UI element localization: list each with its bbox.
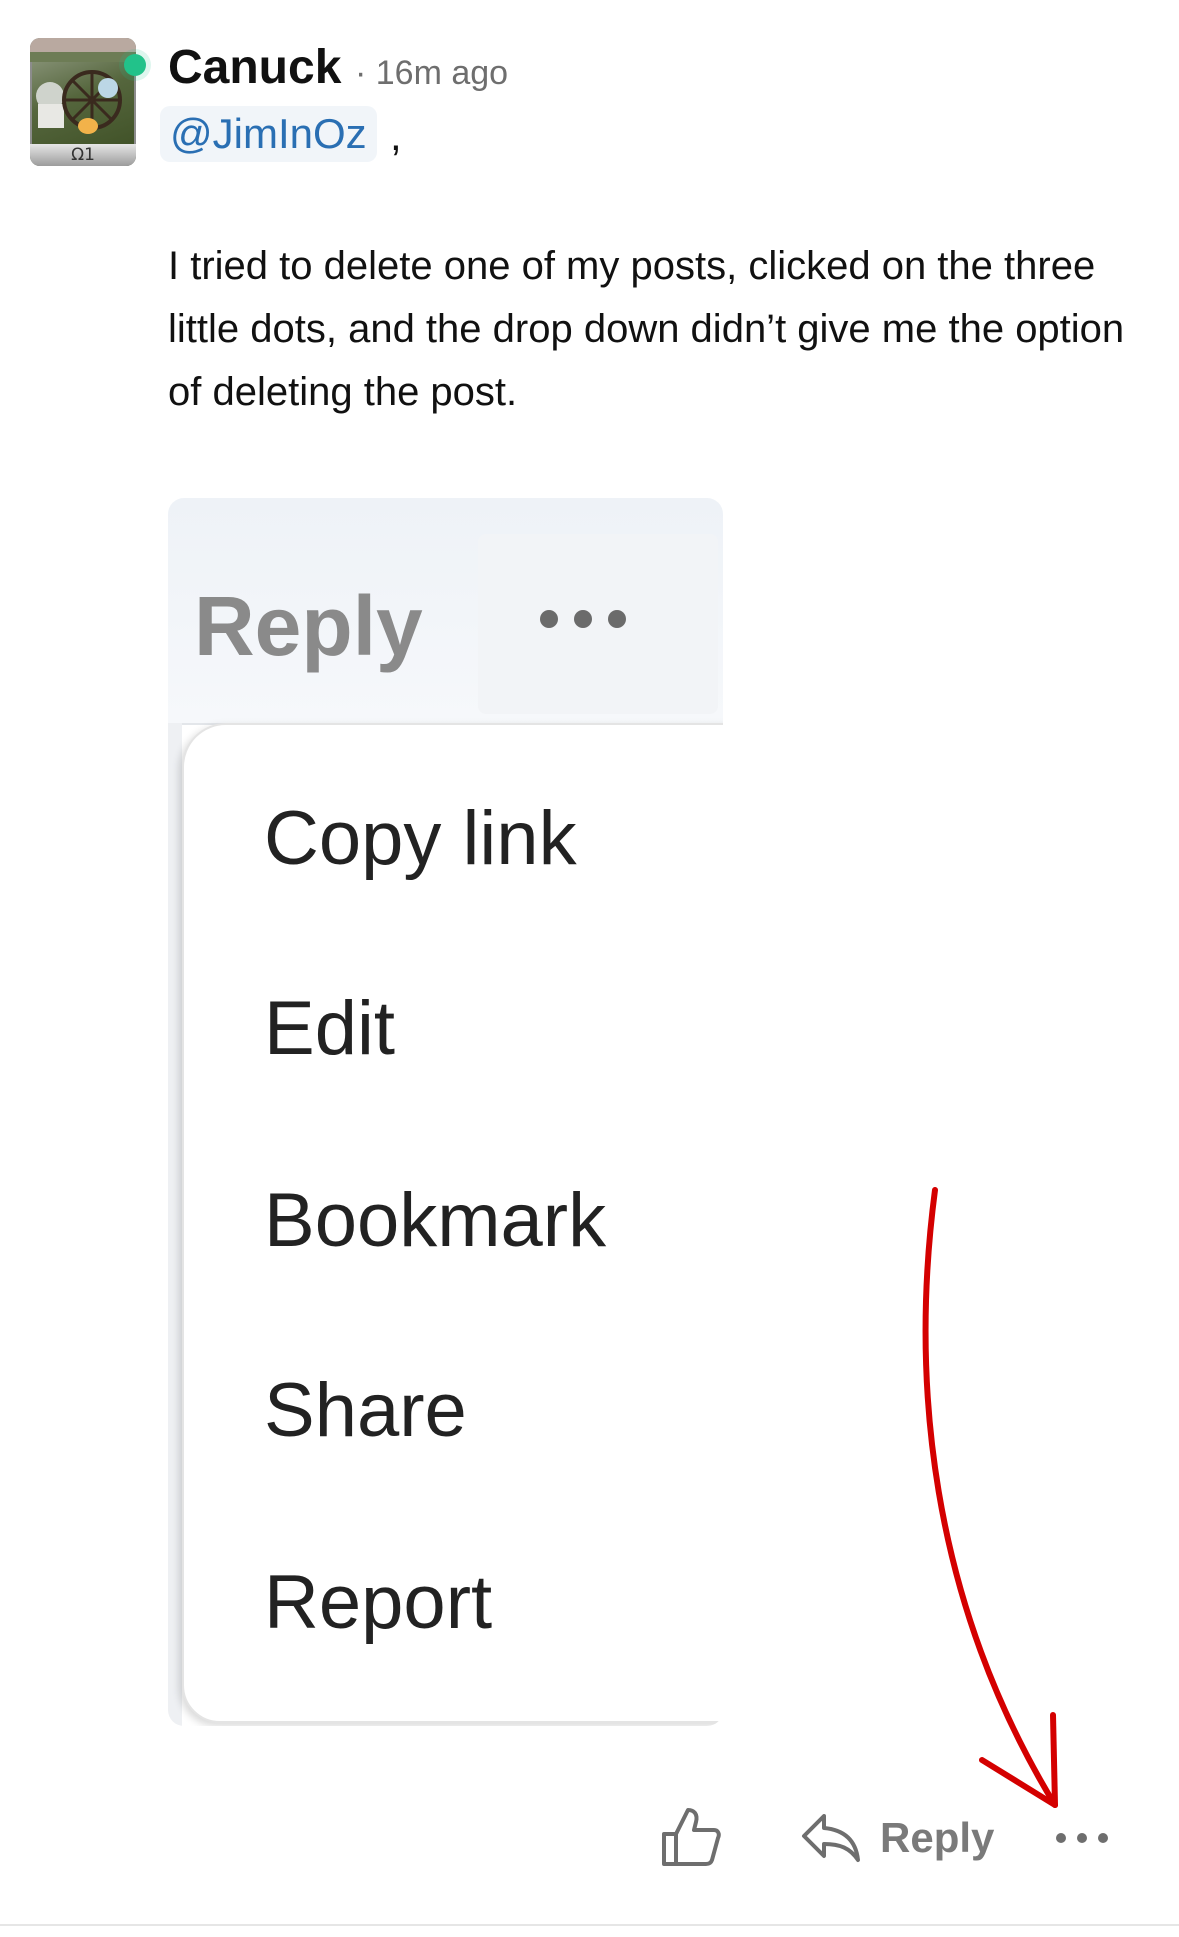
avatar-badge: Ω1	[30, 144, 136, 166]
embed-more-dots-icon	[540, 610, 660, 640]
more-dots-button[interactable]	[1056, 1830, 1126, 1850]
thumbs-up-icon	[662, 1808, 721, 1866]
embed-menu-item-copy-link: Copy link	[264, 796, 577, 881]
more-dots-icon	[1056, 1833, 1066, 1843]
post-actions-bar: Reply	[0, 1800, 1179, 1880]
divider	[0, 1924, 1179, 1926]
author-name[interactable]: Canuck	[168, 40, 341, 95]
mention-suffix: ,	[390, 112, 402, 159]
online-status-indicator	[124, 54, 146, 76]
embed-menu-item-bookmark: Bookmark	[264, 1178, 607, 1263]
reply-button[interactable]: Reply	[800, 1808, 994, 1868]
post-body-text: I tried to delete one of my posts, click…	[168, 244, 1125, 414]
embed-menu-item-share: Share	[264, 1368, 467, 1453]
embedded-screenshot[interactable]: Reply Copy link Edit Bookmark Share Repo…	[168, 498, 723, 1726]
like-button[interactable]	[658, 1804, 724, 1870]
red-arrow-annotation	[922, 1187, 1058, 1808]
embed-menu-item-report: Report	[264, 1560, 493, 1645]
embed-reply-label: Reply	[194, 579, 423, 673]
embed-left-strip	[168, 723, 182, 1726]
post-timestamp[interactable]: · 16m ago	[355, 54, 508, 93]
avatar[interactable]: Ω1	[30, 38, 136, 166]
embed-menu-item-edit: Edit	[264, 986, 395, 1071]
user-mention-link[interactable]: @JimInOz	[160, 106, 377, 162]
reply-button-label: Reply	[880, 1814, 995, 1861]
post-container: Ω1 Canuck · 16m ago @JimInOz , I tried t…	[0, 0, 1179, 1937]
embed-dropdown-menu: Copy link Edit Bookmark Share Report	[182, 723, 723, 1723]
reply-arrow-icon	[802, 1814, 860, 1862]
